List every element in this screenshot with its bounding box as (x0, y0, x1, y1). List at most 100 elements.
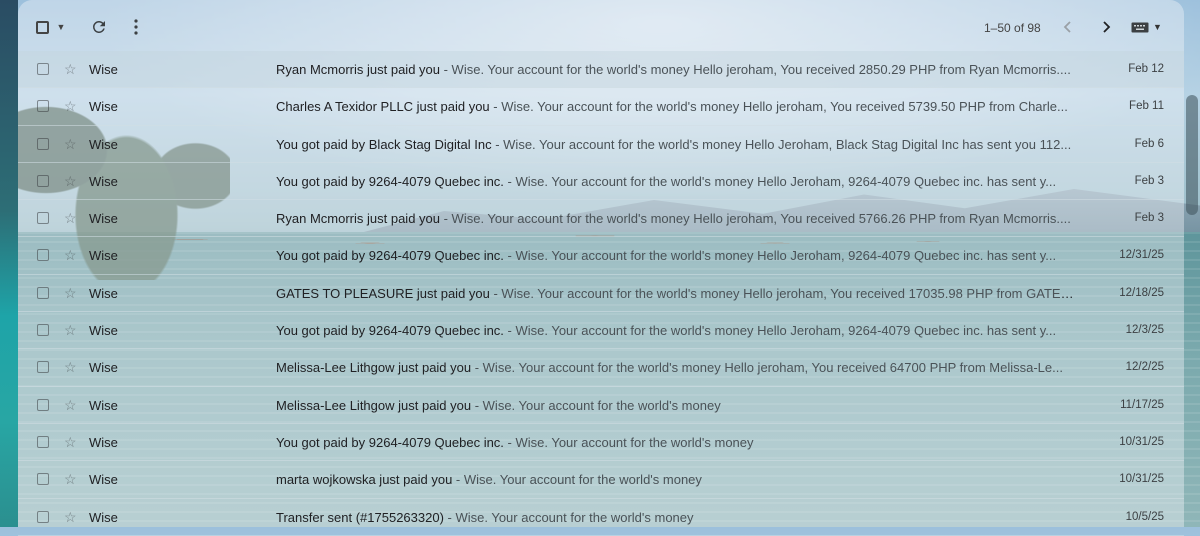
email-date: Feb 11 (1129, 100, 1164, 113)
email-select-checkbox[interactable] (37, 473, 49, 486)
email-sender: Wise (89, 434, 118, 450)
email-sender: Wise (89, 248, 118, 264)
email-snippet: - Wise. Your account for the world's mon… (440, 211, 1071, 227)
email-sender: Wise (89, 62, 118, 77)
email-snippet: - Wise. Your account for the world's mon… (443, 509, 694, 525)
select-options-chevron-down-icon[interactable]: ▼ (56, 22, 66, 32)
email-sender: Wise (89, 509, 118, 525)
email-date: 12/18/25 (1119, 286, 1164, 299)
email-row[interactable]: ☆ Wise Transfer sent (#1755263320) - Wis… (18, 499, 1184, 536)
email-date: 10/5/25 (1125, 510, 1164, 523)
previous-page-chevron-icon[interactable] (1060, 19, 1076, 35)
email-select-checkbox[interactable] (37, 361, 49, 374)
refresh-icon[interactable] (90, 18, 108, 36)
email-select-checkbox[interactable] (37, 286, 49, 299)
scrollbar-thumb[interactable] (1186, 95, 1198, 215)
email-snippet: - Wise. Your account for the world's mon… (503, 248, 1057, 264)
email-select-checkbox[interactable] (37, 324, 49, 337)
email-snippet: - Wise. Your account for the world's mon… (503, 323, 1057, 339)
next-page-chevron-icon[interactable] (1098, 19, 1114, 35)
keyboard-icon[interactable] (1131, 22, 1149, 33)
star-icon[interactable]: ☆ (64, 360, 78, 374)
star-icon[interactable]: ☆ (64, 248, 78, 262)
email-sender: Wise (89, 285, 118, 301)
email-date: Feb 12 (1128, 63, 1164, 75)
email-select-checkbox[interactable] (37, 249, 49, 262)
email-snippet: - Wise. Your account for the world's mon… (471, 397, 721, 413)
email-subject-line: You got paid by 9264-4079 Quebec inc. - … (276, 174, 1082, 189)
email-snippet: - Wise. Your account for the world's mon… (503, 173, 1057, 189)
email-date: 12/3/25 (1125, 324, 1164, 337)
email-list: ☆ Wise Ryan Mcmorris just paid you - Wis… (18, 51, 1184, 536)
email-subject-line: GATES TO PLEASURE just paid you - Wise. … (276, 286, 1082, 301)
email-snippet: - Wise. Your account for the world's mon… (489, 99, 1068, 115)
email-subject: Melissa-Lee Lithgow just paid you (276, 360, 472, 376)
input-tools-chevron-down-icon[interactable]: ▼ (1153, 22, 1162, 32)
star-icon[interactable]: ☆ (64, 510, 78, 524)
email-row[interactable]: ☆ Wise You got paid by 9264-4079 Quebec … (18, 163, 1184, 201)
star-icon[interactable]: ☆ (64, 62, 78, 76)
email-select-checkbox[interactable] (37, 100, 49, 113)
email-sender: Wise (89, 397, 118, 413)
email-subject-line: You got paid by 9264-4079 Quebec inc. - … (276, 248, 1082, 263)
email-date: Feb 6 (1134, 137, 1164, 150)
email-select-checkbox[interactable] (37, 174, 49, 187)
email-subject-line: Charles A Texidor PLLC just paid you - W… (276, 99, 1082, 114)
email-row[interactable]: ☆ Wise You got paid by Black Stag Digita… (18, 126, 1184, 163)
email-subject-line: You got paid by 9264-4079 Quebec inc. - … (276, 435, 1082, 450)
star-icon[interactable]: ☆ (64, 174, 78, 188)
email-snippet: - Wise. Your account for the world's mon… (440, 62, 1071, 77)
email-row[interactable]: ☆ Wise GATES TO PLEASURE just paid you -… (18, 275, 1184, 313)
email-sender: Wise (89, 99, 118, 115)
email-row[interactable]: ☆ Wise Ryan Mcmorris just paid you - Wis… (18, 51, 1184, 89)
email-sender: Wise (89, 211, 118, 227)
email-subject: You got paid by 9264-4079 Quebec inc. (276, 248, 504, 264)
email-select-checkbox[interactable] (37, 63, 49, 75)
more-options-icon[interactable] (128, 18, 144, 36)
star-icon[interactable]: ☆ (64, 472, 78, 486)
email-date: 11/17/25 (1120, 398, 1164, 411)
email-row[interactable]: ☆ Wise Melissa-Lee Lithgow just paid you… (18, 349, 1184, 387)
email-row[interactable]: ☆ Wise You got paid by 9264-4079 Quebec … (18, 237, 1184, 275)
email-sender: Wise (89, 136, 118, 152)
inbox-toolbar: ▼ 1–50 of 98 ▼ (18, 0, 1184, 52)
email-subject-line: You got paid by Black Stag Digital Inc -… (276, 137, 1082, 152)
email-subject: Transfer sent (#1755263320) (276, 509, 444, 525)
star-icon[interactable]: ☆ (64, 323, 78, 337)
email-subject: Ryan Mcmorris just paid you (276, 62, 440, 77)
email-row[interactable]: ☆ Wise You got paid by 9264-4079 Quebec … (18, 424, 1184, 462)
email-select-checkbox[interactable] (37, 212, 49, 225)
star-icon[interactable]: ☆ (64, 435, 78, 449)
email-snippet: - Wise. Your account for the world's mon… (489, 285, 1082, 301)
select-all-checkbox[interactable] (36, 21, 49, 34)
email-subject: You got paid by 9264-4079 Quebec inc. (276, 434, 504, 450)
email-select-checkbox[interactable] (37, 435, 49, 448)
star-icon[interactable]: ☆ (64, 137, 78, 151)
star-icon[interactable]: ☆ (64, 211, 78, 225)
email-subject: You got paid by 9264-4079 Quebec inc. (276, 323, 504, 339)
star-icon[interactable]: ☆ (64, 99, 78, 113)
email-sender: Wise (89, 173, 118, 189)
email-date: 10/31/25 (1119, 473, 1164, 486)
email-subject: You got paid by 9264-4079 Quebec inc. (276, 173, 504, 189)
email-subject: Melissa-Lee Lithgow just paid you (276, 397, 472, 413)
email-subject: Charles A Texidor PLLC just paid you (276, 99, 490, 115)
email-date: 12/31/25 (1119, 249, 1164, 262)
email-select-checkbox[interactable] (37, 398, 49, 411)
email-sender: Wise (89, 360, 118, 376)
email-subject-line: marta wojkowska just paid you - Wise. Yo… (276, 472, 1082, 487)
email-subject-line: Melissa-Lee Lithgow just paid you - Wise… (276, 360, 1082, 375)
email-row[interactable]: ☆ Wise marta wojkowska just paid you - W… (18, 461, 1184, 499)
email-subject-line: Transfer sent (#1755263320) - Wise. Your… (276, 510, 1082, 525)
inbox-panel: ▼ 1–50 of 98 ▼ ☆ Wise Ryan Mcmorris just… (18, 0, 1184, 536)
email-row[interactable]: ☆ Wise You got paid by 9264-4079 Quebec … (18, 312, 1184, 350)
email-select-checkbox[interactable] (37, 137, 49, 150)
star-icon[interactable]: ☆ (64, 398, 78, 412)
email-snippet: - Wise. Your account for the world's mon… (471, 360, 1063, 376)
email-snippet: - Wise. Your account for the world's mon… (491, 136, 1072, 152)
email-row[interactable]: ☆ Wise Charles A Texidor PLLC just paid … (18, 88, 1184, 126)
email-row[interactable]: ☆ Wise Ryan Mcmorris just paid you - Wis… (18, 200, 1184, 238)
star-icon[interactable]: ☆ (64, 286, 78, 300)
email-select-checkbox[interactable] (37, 510, 49, 523)
email-row[interactable]: ☆ Wise Melissa-Lee Lithgow just paid you… (18, 387, 1184, 424)
